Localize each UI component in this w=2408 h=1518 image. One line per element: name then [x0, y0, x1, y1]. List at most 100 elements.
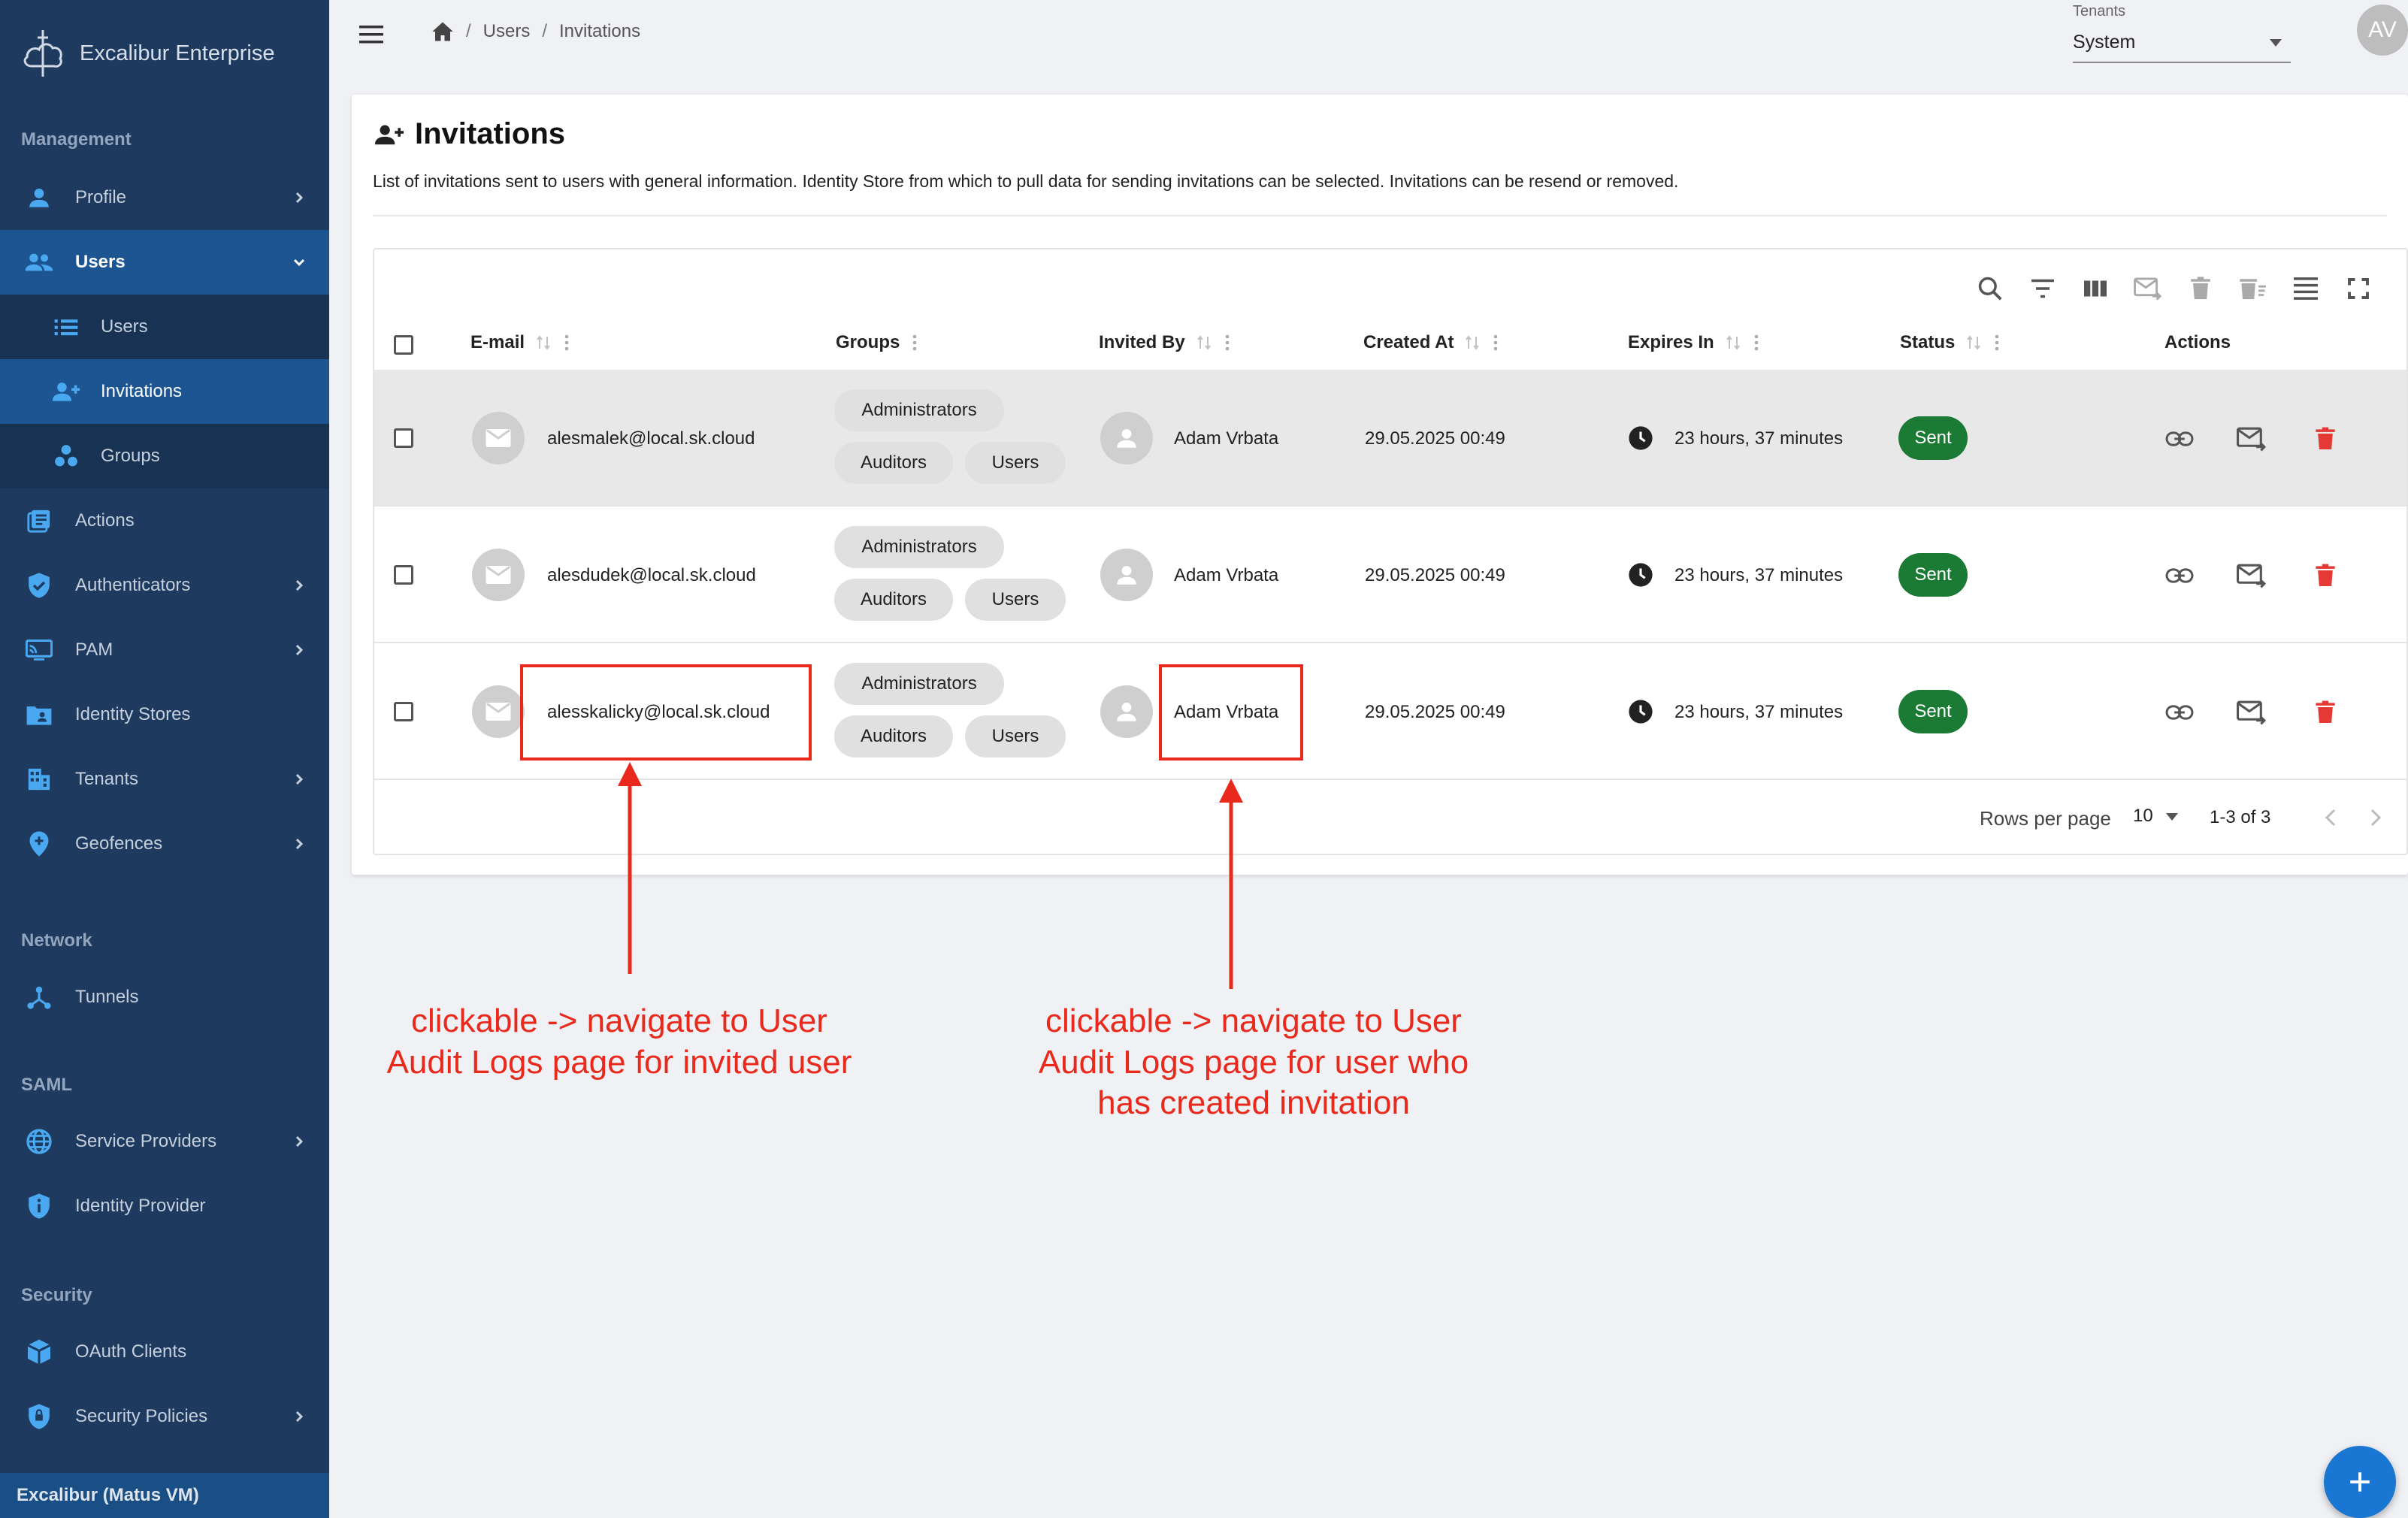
row-checkbox[interactable] — [394, 565, 413, 585]
sidebar-item-oauth-clients[interactable]: OAuth Clients — [0, 1320, 329, 1384]
rows-per-page-select[interactable]: 10 — [2133, 806, 2153, 827]
invited-by-link[interactable]: Adam Vrbata — [1174, 428, 1278, 449]
column-menu-icon[interactable] — [1994, 334, 2000, 352]
email-link[interactable]: alesdudek@local.sk.cloud — [547, 565, 756, 586]
users-icon — [23, 246, 56, 279]
resend-invitation-icon[interactable] — [2235, 559, 2268, 592]
brand[interactable]: Excalibur Enterprise — [17, 27, 275, 80]
column-header-expires-in[interactable]: Expires In — [1628, 332, 1759, 353]
columns-icon[interactable] — [2077, 271, 2113, 307]
group-chip: Users — [965, 715, 1066, 757]
user-avatar[interactable]: AV — [2357, 5, 2408, 56]
group-chip: Users — [965, 442, 1066, 484]
sidebar-item-actions[interactable]: Actions — [0, 488, 329, 553]
sidebar-item-profile[interactable]: Profile — [0, 165, 329, 230]
resend-invitation-icon[interactable] — [2235, 696, 2268, 729]
expires-in: 23 hours, 37 minutes — [1674, 428, 1844, 449]
sidebar-item-identity-provider[interactable]: Identity Provider — [0, 1174, 329, 1238]
delete-invitation-icon[interactable] — [2309, 559, 2342, 592]
column-menu-icon[interactable] — [1224, 334, 1230, 352]
annotation-highlight-email — [520, 664, 812, 761]
search-icon[interactable] — [1972, 271, 2008, 307]
table-row: alesdudek@local.sk.cloud Administrators … — [374, 507, 2406, 643]
globe-icon — [23, 1125, 56, 1158]
sidebar-item-security-policies[interactable]: Security Policies — [0, 1384, 329, 1449]
sidebar-item-label: Actions — [75, 510, 135, 531]
status-badge: Sent — [1898, 416, 1968, 460]
sidebar-item-service-providers[interactable]: Service Providers — [0, 1109, 329, 1174]
annotation-text-left: clickable -> navigate to User Audit Logs… — [386, 1002, 852, 1081]
created-at: 29.05.2025 00:49 — [1365, 702, 1505, 722]
column-header-created-at[interactable]: Created At — [1363, 332, 1499, 353]
row-checkbox[interactable] — [394, 428, 413, 448]
filter-icon[interactable] — [2025, 271, 2061, 307]
email-link[interactable]: alesmalek@local.sk.cloud — [547, 428, 755, 449]
group-chip: Auditors — [834, 442, 953, 484]
density-icon[interactable] — [2288, 271, 2324, 307]
column-menu-icon[interactable] — [912, 334, 918, 352]
sidebar-item-tunnels[interactable]: Tunnels — [0, 965, 329, 1030]
shield-lock-icon — [23, 1400, 56, 1433]
sort-icon[interactable] — [1725, 334, 1741, 351]
monitor-icon — [23, 634, 56, 667]
sort-icon[interactable] — [1196, 334, 1212, 351]
sidebar-item-label: Identity Provider — [75, 1196, 206, 1216]
sidebar-item-tenants[interactable]: Tenants — [0, 747, 329, 812]
column-menu-icon[interactable] — [1493, 334, 1499, 352]
brand-name: Excalibur Enterprise — [80, 41, 275, 65]
column-header-label: E-mail — [470, 332, 525, 352]
sidebar-item-invitations[interactable]: Invitations — [0, 359, 329, 424]
breadcrumb-invitations: Invitations — [559, 21, 641, 41]
sidebar-item-label: Users — [101, 316, 148, 337]
sidebar-item-label: Authenticators — [75, 575, 191, 595]
select-all-checkbox[interactable] — [394, 335, 413, 355]
caret-down-icon[interactable] — [2164, 812, 2180, 822]
column-header-label: Invited By — [1099, 332, 1185, 352]
column-header-email[interactable]: E-mail — [470, 332, 570, 353]
sidebar-item-groups[interactable]: Groups — [0, 424, 329, 488]
sidebar-item-label: OAuth Clients — [75, 1341, 187, 1362]
sidebar-item-users-list[interactable]: Users — [0, 295, 329, 359]
sidebar-item-identity-stores[interactable]: Identity Stores — [0, 682, 329, 747]
sidebar-item-users[interactable]: Users — [0, 230, 329, 295]
sidebar-item-authenticators[interactable]: Authenticators — [0, 553, 329, 618]
copy-link-icon[interactable] — [2163, 696, 2196, 729]
row-checkbox[interactable] — [394, 702, 413, 721]
chevron-down-icon — [293, 259, 305, 267]
clock-icon — [1629, 700, 1653, 724]
page-title: Invitations — [415, 117, 566, 150]
delete-invitation-icon[interactable] — [2309, 696, 2342, 729]
column-header-groups[interactable]: Groups — [836, 332, 918, 353]
column-header-invited-by[interactable]: Invited By — [1099, 332, 1230, 353]
table-pagination: Rows per page 10 1-3 of 3 — [374, 782, 2406, 854]
sort-icon[interactable] — [1464, 334, 1481, 351]
excalibur-logo-icon — [23, 30, 62, 77]
shield-info-icon — [23, 1190, 56, 1223]
column-menu-icon[interactable] — [564, 334, 570, 352]
tenant-select[interactable]: Tenants System — [2073, 0, 2291, 63]
copy-link-icon[interactable] — [2163, 422, 2196, 455]
actions-icon — [23, 504, 56, 537]
sidebar-item-geofences[interactable]: Geofences — [0, 812, 329, 876]
breadcrumb-users[interactable]: Users — [483, 21, 531, 42]
resend-invitation-icon[interactable] — [2235, 422, 2268, 455]
column-menu-icon[interactable] — [1753, 334, 1759, 352]
tenant-select-underline — [2073, 62, 2291, 63]
delete-invitation-icon[interactable] — [2309, 422, 2342, 455]
home-icon[interactable] — [431, 21, 454, 42]
invited-by-link[interactable]: Adam Vrbata — [1174, 565, 1278, 586]
copy-link-icon[interactable] — [2163, 559, 2196, 592]
next-page-icon[interactable] — [2360, 803, 2390, 833]
sidebar-item-label: PAM — [75, 640, 113, 660]
hamburger-menu-icon[interactable] — [356, 20, 386, 50]
sidebar-item-pam[interactable]: PAM — [0, 618, 329, 682]
fullscreen-icon[interactable] — [2340, 271, 2376, 307]
sort-icon[interactable] — [535, 334, 552, 351]
previous-page-icon[interactable] — [2316, 803, 2346, 833]
column-header-status[interactable]: Status — [1900, 332, 2000, 353]
sort-icon[interactable] — [1965, 334, 1982, 351]
add-invitation-button[interactable] — [2324, 1446, 2396, 1518]
status-badge: Sent — [1898, 690, 1968, 733]
annotation-arrow-right — [1219, 779, 1243, 989]
table-toolbar — [1972, 271, 2376, 307]
